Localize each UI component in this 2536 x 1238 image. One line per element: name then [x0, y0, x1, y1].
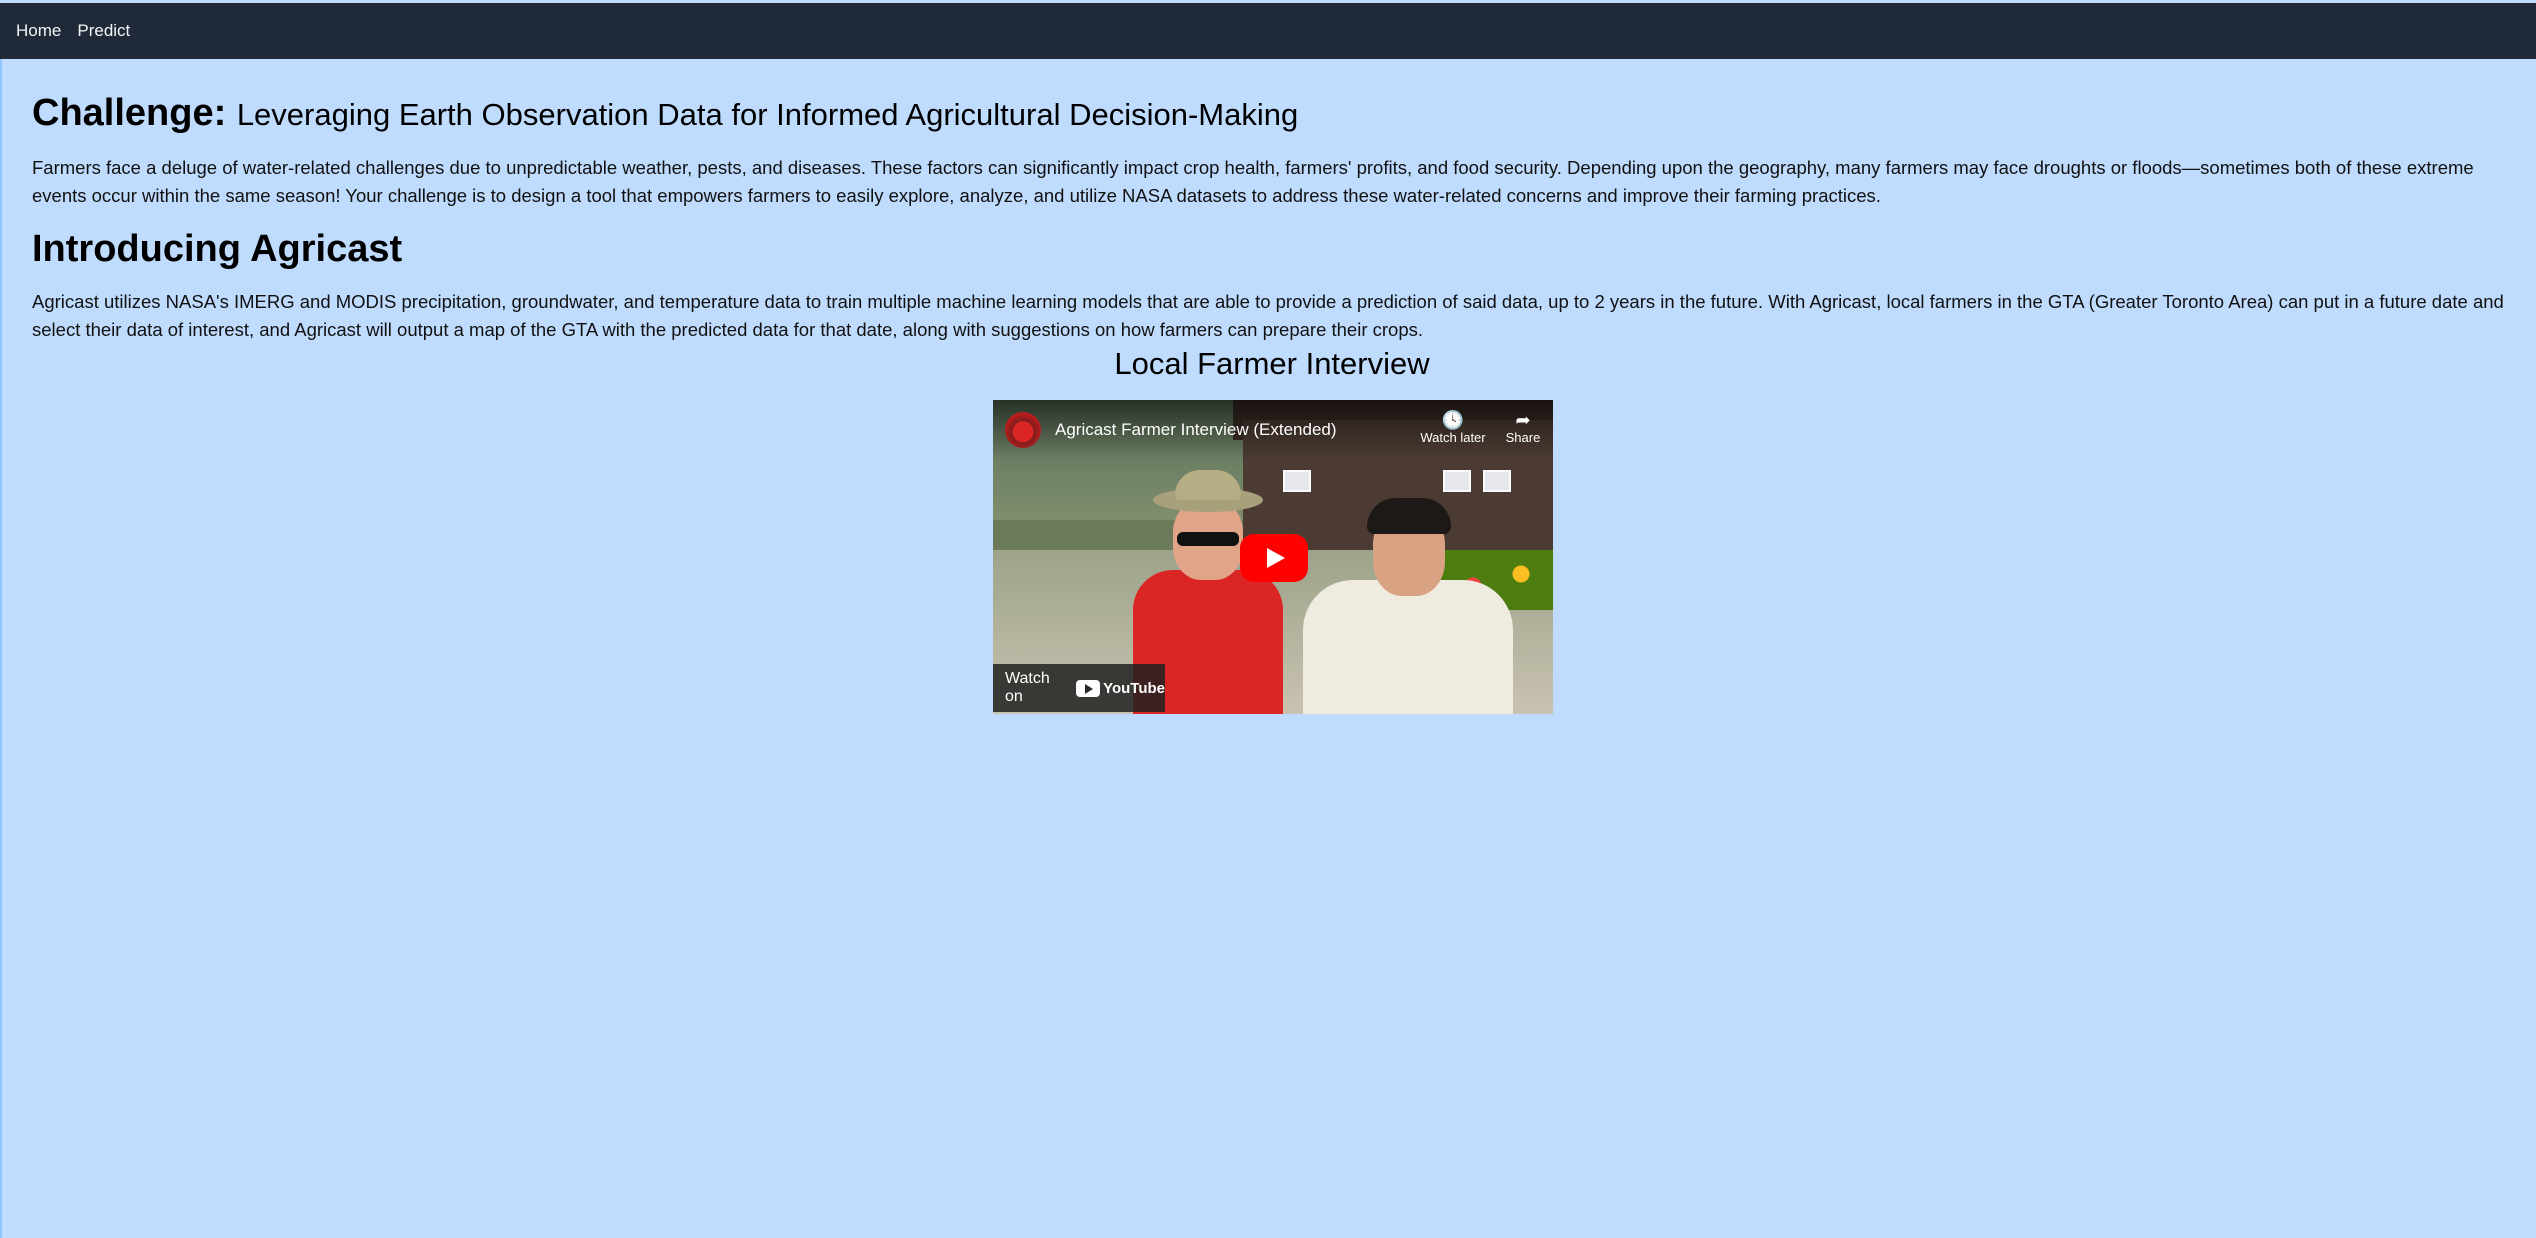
watch-on-label: Watch on	[1005, 670, 1050, 705]
share-button[interactable]: ➦ Share	[1488, 410, 1553, 445]
youtube-video-embed[interactable]: Agricast Farmer Interview (Extended) 🕓 W…	[993, 400, 1553, 714]
main-content: Challenge: Leveraging Earth Observation …	[32, 88, 2512, 381]
page-left-border	[0, 59, 2, 1238]
play-button[interactable]	[1240, 534, 1308, 582]
video-title[interactable]: Agricast Farmer Interview (Extended)	[1055, 420, 1337, 440]
challenge-label: Challenge:	[32, 92, 227, 134]
nav-predict-link[interactable]: Predict	[77, 21, 130, 41]
youtube-wordmark: YouTube	[1103, 679, 1165, 697]
intro-heading: Introducing Agricast	[32, 228, 403, 270]
challenge-description: Farmers face a deluge of water-related c…	[32, 157, 2474, 206]
youtube-logo: YouTube	[1076, 679, 1165, 697]
challenge-subtitle: Leveraging Earth Observation Data for In…	[236, 97, 1299, 132]
video-thumbnail-interviewer	[1303, 460, 1513, 714]
challenge-heading: Challenge: Leveraging Earth Observation …	[32, 88, 2512, 140]
watch-later-label: Watch later	[1420, 430, 1486, 445]
watch-later-button[interactable]: 🕓 Watch later	[1418, 410, 1488, 445]
watch-on-youtube-button[interactable]: Watch on YouTube	[993, 664, 1165, 712]
channel-avatar[interactable]	[1005, 412, 1041, 448]
interview-heading: Local Farmer Interview	[1114, 346, 1430, 381]
top-navbar: Home Predict	[0, 3, 2536, 59]
clock-icon: 🕓	[1441, 410, 1465, 430]
share-label: Share	[1505, 430, 1541, 445]
intro-description: Agricast utilizes NASA's IMERG and MODIS…	[32, 291, 2504, 340]
share-icon: ➦	[1515, 410, 1531, 430]
youtube-play-icon	[1076, 679, 1101, 697]
nav-home-link[interactable]: Home	[16, 21, 61, 41]
